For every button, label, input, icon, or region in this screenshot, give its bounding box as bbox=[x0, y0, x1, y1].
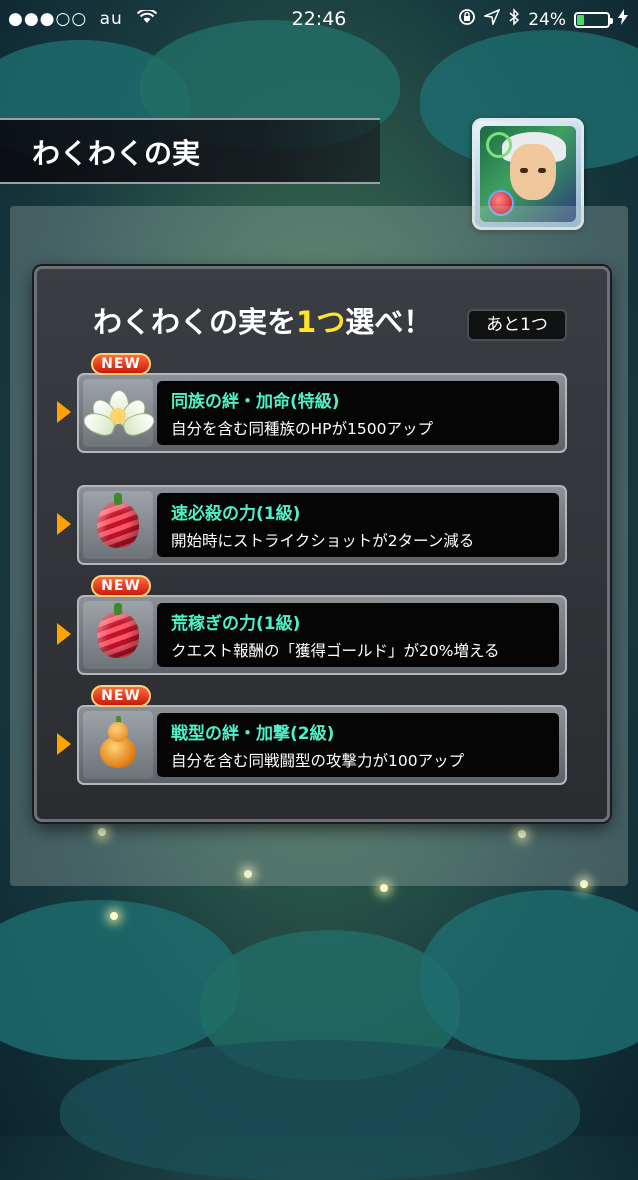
fruit-name: 速必殺の力(1級) bbox=[171, 504, 301, 524]
bluetooth-icon bbox=[508, 8, 520, 31]
red-fruit-icon bbox=[97, 603, 139, 658]
choice-row[interactable]: NEW 荒稼ぎの力(1級) クエスト報酬の「獲得ゴールド」が20%増える bbox=[57, 575, 567, 675]
charging-icon bbox=[618, 9, 628, 30]
choice-text: 荒稼ぎの力(1級) クエスト報酬の「獲得ゴールド」が20%増える bbox=[157, 603, 559, 667]
fruit-description: 自分を含む同種族のHPが1500アップ bbox=[171, 420, 433, 438]
choice-text: 戦型の絆・加撃(2級) 自分を含む同戦闘型の攻撃力が100アップ bbox=[157, 713, 559, 777]
element-ring-icon bbox=[486, 132, 512, 158]
fruit-name: 荒稼ぎの力(1級) bbox=[171, 614, 301, 634]
screen-title: わくわくの実 bbox=[32, 137, 201, 170]
choice-row[interactable]: 速必殺の力(1級) 開始時にストライクショットが2ターン減る bbox=[57, 485, 567, 565]
status-bar: ●●●○○ au 22:46 24% bbox=[0, 0, 638, 38]
status-icons: 24% bbox=[458, 8, 628, 31]
choice-row[interactable]: NEW 同族の絆・加命(特級) 自分を含む同種族のHPが1500アップ bbox=[57, 353, 567, 453]
location-icon bbox=[482, 8, 501, 30]
battery-percent: 24% bbox=[528, 9, 566, 30]
red-fruit-icon bbox=[97, 493, 139, 548]
remaining-count-badge: あと1つ bbox=[467, 309, 567, 341]
heading-highlight: 1つ bbox=[296, 305, 346, 339]
battery-icon bbox=[574, 11, 613, 28]
fruit-description: 自分を含む同戦闘型の攻撃力が100アップ bbox=[171, 752, 465, 770]
fruit-icon-frame bbox=[83, 711, 153, 779]
heading-prefix: わくわくの実を bbox=[93, 305, 297, 339]
choice-text: 速必殺の力(1級) 開始時にストライクショットが2ターン減る bbox=[157, 493, 559, 557]
fruit-description: クエスト報酬の「獲得ゴールド」が20%増える bbox=[171, 642, 500, 660]
fruit-selection-panel: わくわくの実を1つ選べ！ あと1つ NEW 同族の絆・加命(特級) 自分を含む同… bbox=[34, 266, 610, 822]
fruit-icon-frame bbox=[83, 601, 153, 669]
new-badge: NEW bbox=[91, 685, 151, 707]
selector-arrow-icon bbox=[57, 623, 71, 645]
fruit-icon-frame bbox=[80, 379, 158, 447]
gourd-fruit-icon bbox=[98, 716, 138, 770]
selector-arrow-icon bbox=[57, 733, 71, 755]
heading-suffix: 選べ！ bbox=[345, 305, 433, 339]
new-badge: NEW bbox=[91, 353, 151, 375]
title-banner: わくわくの実 bbox=[0, 118, 380, 184]
fruit-description: 開始時にストライクショットが2ターン減る bbox=[171, 532, 475, 550]
selector-arrow-icon bbox=[57, 401, 71, 423]
fruit-name: 戦型の絆・加撃(2級) bbox=[171, 724, 335, 744]
choice-text: 同族の絆・加命(特級) 自分を含む同種族のHPが1500アップ bbox=[157, 381, 559, 445]
choice-row[interactable]: NEW 戦型の絆・加撃(2級) 自分を含む同戦闘型の攻撃力が100アップ bbox=[57, 685, 567, 785]
selector-arrow-icon bbox=[57, 513, 71, 535]
fruit-name: 同族の絆・加命(特級) bbox=[171, 392, 340, 412]
rotation-lock-icon bbox=[458, 8, 476, 31]
lotus-fruit-icon bbox=[80, 390, 158, 439]
fruit-icon-frame bbox=[83, 491, 153, 559]
new-badge: NEW bbox=[91, 575, 151, 597]
panel-heading: わくわくの実を1つ選べ！ bbox=[93, 299, 432, 341]
